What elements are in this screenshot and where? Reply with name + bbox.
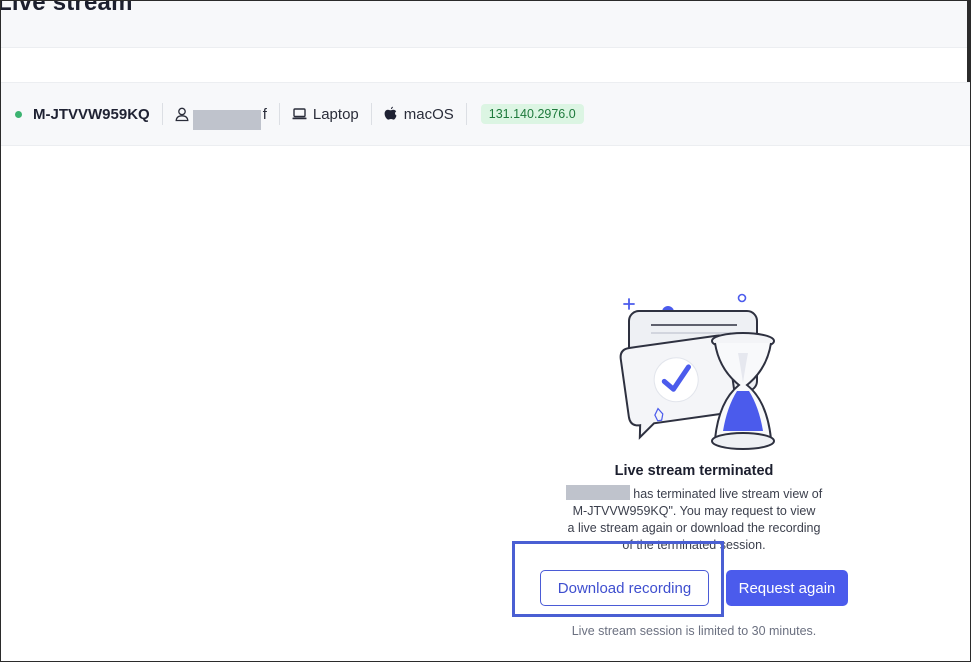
device-id-segment: M-JTVVW959KQ [15, 103, 150, 125]
device-id: M-JTVVW959KQ [33, 105, 150, 123]
laptop-icon [292, 108, 307, 120]
description-line-2: M-JTVVW959KQ". You may request to view [572, 504, 816, 518]
divider [370, 103, 372, 125]
session-limit-note: Live stream session is limited to 30 min… [571, 624, 817, 638]
device-type-segment: Laptop [292, 103, 359, 125]
divider [161, 103, 163, 125]
os-segment: macOS [384, 103, 454, 125]
page-header: Live stream [1, 1, 970, 48]
empty-state-description: has terminated live stream view of M-JTV… [561, 485, 827, 554]
device-info-bar: M-JTVVW959KQ f Laptop macOS 131.140.2976… [1, 82, 970, 146]
empty-state-title: Live stream terminated [614, 463, 774, 479]
description-line-4: of the terminated session. [622, 538, 766, 552]
request-again-button[interactable]: Request again [726, 570, 848, 606]
page-title: Live stream [0, 0, 133, 16]
version-segment: 131.140.2976.0 [479, 103, 584, 125]
description-line-1: has terminated live stream view of [561, 485, 827, 503]
app-frame: Live stream M-JTVVW959KQ f Laptop macOS … [0, 0, 971, 662]
user-name-suffix: f [262, 105, 267, 123]
apple-icon [384, 106, 397, 121]
description-line-3: a live stream again or download the reco… [567, 521, 821, 535]
user-icon [175, 107, 189, 122]
divider [465, 103, 467, 125]
download-recording-button[interactable]: Download recording [540, 570, 709, 606]
hourglass-illustration [611, 291, 781, 456]
user-segment: f [175, 103, 267, 130]
version-badge: 131.140.2976.0 [480, 104, 584, 124]
device-type: Laptop [312, 105, 359, 123]
redacted-user-name [565, 485, 630, 500]
status-dot [15, 110, 22, 118]
redacted-username [192, 110, 261, 130]
description-text-1: has terminated live stream view of [629, 487, 823, 501]
os-name: macOS [403, 105, 454, 123]
divider [278, 103, 280, 125]
